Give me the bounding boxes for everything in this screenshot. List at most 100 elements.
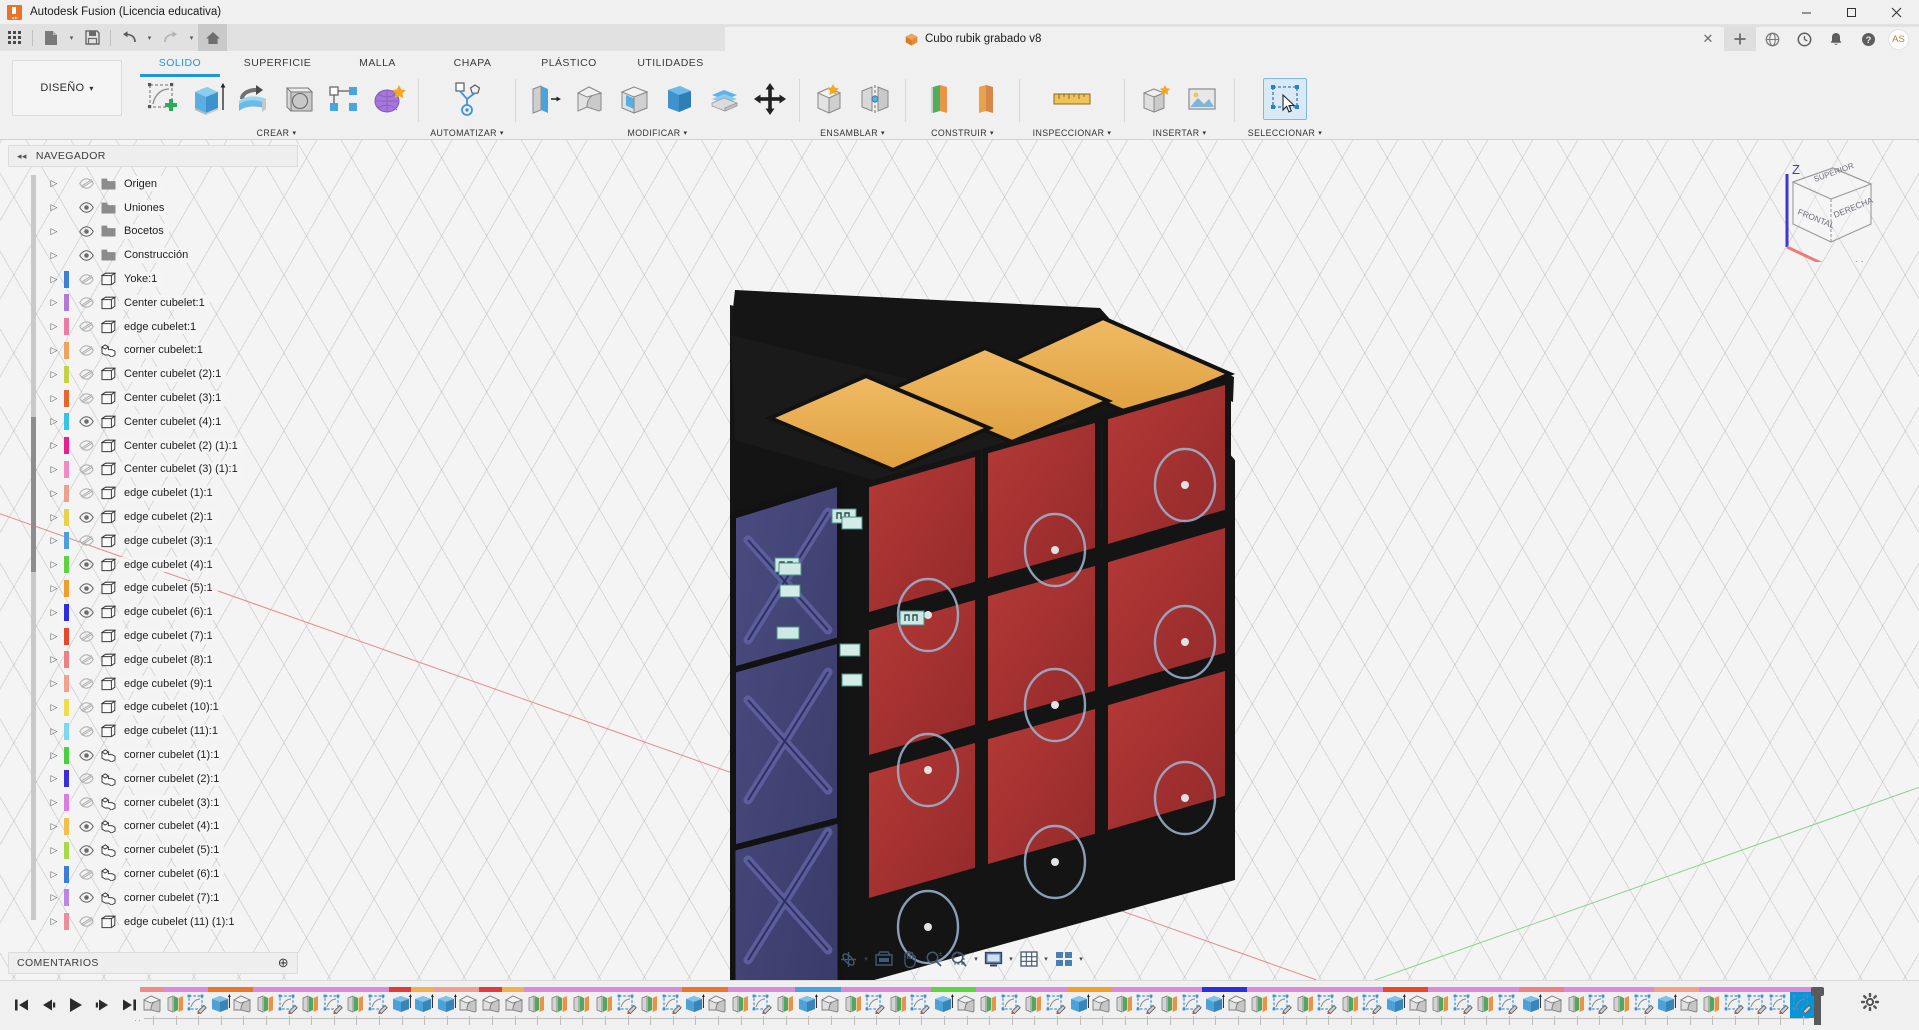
expand-arrow-icon[interactable]: ▷ — [46, 791, 62, 815]
visibility-toggle-icon[interactable] — [75, 743, 97, 767]
viewports-icon[interactable] — [1051, 946, 1076, 972]
play-icon[interactable] — [62, 991, 89, 1019]
redo-icon[interactable] — [156, 24, 185, 51]
tree-node[interactable]: ▷ Yoke:1 — [8, 267, 298, 291]
tab-malla[interactable]: MALLA — [330, 52, 425, 74]
visibility-toggle-icon[interactable] — [75, 339, 97, 363]
group-label-modificar[interactable]: MODIFICAR ▾ — [516, 125, 799, 140]
visibility-toggle-icon[interactable] — [75, 315, 97, 339]
expand-arrow-icon[interactable]: ▷ — [46, 481, 62, 505]
expand-arrow-icon[interactable]: ▷ — [46, 648, 62, 672]
tree-node[interactable]: ▷ edge cubelet (3):1 — [8, 529, 298, 553]
visibility-toggle-icon[interactable] — [75, 696, 97, 720]
tree-node[interactable]: ▷ corner cubelet:1 — [8, 339, 298, 363]
group-label-crear[interactable]: CREAR ▾ — [135, 125, 418, 140]
expand-arrow-icon[interactable]: ▷ — [46, 624, 62, 648]
view-cube[interactable]: Z X SUPERIOR FRONTAL DERECHA — [1759, 152, 1879, 262]
display-settings-icon[interactable] — [981, 946, 1006, 972]
expand-arrow-icon[interactable]: ▷ — [46, 672, 62, 696]
tree-node[interactable]: ▷ edge cubelet (2):1 — [8, 505, 298, 529]
collapse-panel-icon[interactable]: ◂◂ — [17, 151, 27, 162]
orbit-caret[interactable]: ▾ — [861, 946, 871, 972]
expand-arrow-icon[interactable]: ▷ — [46, 267, 62, 291]
grid-caret[interactable]: ▾ — [1041, 946, 1051, 972]
visibility-toggle-icon[interactable] — [75, 600, 97, 624]
tree-node[interactable]: ▷ Uniones — [8, 196, 298, 220]
revolve-icon[interactable] — [232, 78, 276, 120]
add-comment-icon[interactable]: ⊕ — [278, 955, 289, 971]
visibility-toggle-icon[interactable] — [75, 672, 97, 696]
expand-arrow-icon[interactable]: ▷ — [46, 815, 62, 839]
visibility-toggle-icon[interactable] — [75, 410, 97, 434]
group-label-insertar[interactable]: INSERTAR ▾ — [1125, 125, 1234, 140]
press-pull-icon[interactable] — [523, 78, 567, 120]
group-label-seleccionar[interactable]: SELECCIONAR ▾ — [1235, 125, 1335, 140]
expand-arrow-icon[interactable]: ▷ — [46, 529, 62, 553]
redo-caret[interactable]: ▾ — [185, 24, 198, 51]
expand-arrow-icon[interactable]: ▷ — [46, 172, 62, 196]
zoom-window-caret[interactable]: ▾ — [971, 946, 981, 972]
visibility-toggle-icon[interactable] — [75, 815, 97, 839]
apps-grid-icon[interactable] — [0, 24, 29, 51]
expand-arrow-icon[interactable]: ▷ — [46, 696, 62, 720]
gear-icon[interactable] — [1861, 993, 1879, 1011]
offset-plane-icon[interactable] — [918, 78, 962, 120]
draft-icon[interactable] — [658, 78, 702, 120]
measure-icon[interactable] — [1050, 78, 1094, 120]
help-icon[interactable]: ? — [1852, 27, 1884, 51]
tree-node[interactable]: ▷ Construcción — [8, 243, 298, 267]
tree-node[interactable]: ▷ corner cubelet (2):1 — [8, 767, 298, 791]
visibility-toggle-icon[interactable] — [75, 267, 97, 291]
expand-arrow-icon[interactable]: ▷ — [46, 458, 62, 482]
offset-face-icon[interactable] — [703, 78, 747, 120]
shell-icon[interactable] — [613, 78, 657, 120]
step-forward-icon[interactable] — [89, 991, 116, 1019]
tree-node[interactable]: ▷ edge cubelet (6):1 — [8, 600, 298, 624]
tree-node[interactable]: ▷ Bocetos — [8, 220, 298, 244]
group-label-ensamblar[interactable]: ENSAMBLAR ▾ — [800, 125, 905, 140]
tree-node[interactable]: ▷ corner cubelet (1):1 — [8, 743, 298, 767]
avatar[interactable]: AS — [1888, 28, 1909, 50]
expand-arrow-icon[interactable]: ▷ — [46, 339, 62, 363]
expand-arrow-icon[interactable]: ▷ — [46, 196, 62, 220]
fillet-icon[interactable] — [568, 78, 612, 120]
visibility-toggle-icon[interactable] — [75, 172, 97, 196]
expand-arrow-icon[interactable]: ▷ — [46, 243, 62, 267]
visibility-toggle-icon[interactable] — [75, 220, 97, 244]
visibility-toggle-icon[interactable] — [75, 886, 97, 910]
visibility-toggle-icon[interactable] — [75, 553, 97, 577]
visibility-toggle-icon[interactable] — [75, 791, 97, 815]
expand-arrow-icon[interactable]: ▷ — [46, 886, 62, 910]
visibility-toggle-icon[interactable] — [75, 481, 97, 505]
save-icon[interactable] — [78, 24, 107, 51]
tree-node[interactable]: ▷ corner cubelet (4):1 — [8, 815, 298, 839]
undo-icon[interactable] — [114, 24, 143, 51]
new-sketch-icon[interactable] — [142, 78, 186, 120]
orbit-icon[interactable] — [836, 946, 861, 972]
tree-node[interactable]: ▷ Center cubelet (3) (1):1 — [8, 458, 298, 482]
insert-derive-icon[interactable] — [1135, 78, 1179, 120]
tree-node[interactable]: ▷ corner cubelet (5):1 — [8, 838, 298, 862]
new-tab-icon[interactable] — [1724, 27, 1756, 51]
workspace-switcher-button[interactable]: DISEÑO ▾ — [12, 60, 122, 116]
visibility-toggle-icon[interactable] — [75, 458, 97, 482]
expand-arrow-icon[interactable]: ▷ — [46, 410, 62, 434]
insert-mcmaster-icon[interactable] — [1180, 78, 1224, 120]
move-copy-icon[interactable] — [748, 78, 792, 120]
visibility-toggle-icon[interactable] — [75, 386, 97, 410]
tree-node[interactable]: ▷ edge cubelet (4):1 — [8, 553, 298, 577]
tree-node[interactable]: ▷ Origen — [8, 172, 298, 196]
visibility-toggle-icon[interactable] — [75, 719, 97, 743]
group-label-inspeccionar[interactable]: INSPECCIONAR ▾ — [1020, 125, 1124, 140]
expand-arrow-icon[interactable]: ▷ — [46, 434, 62, 458]
close-button[interactable] — [1874, 0, 1919, 24]
tree-node[interactable]: ▷ edge cubelet (11):1 — [8, 719, 298, 743]
tree-node[interactable]: ▷ edge cubelet (10):1 — [8, 696, 298, 720]
tree-node[interactable]: ▷ edge cubelet (9):1 — [8, 672, 298, 696]
tab-plastico[interactable]: PLÁSTICO — [520, 52, 618, 74]
tree-node[interactable]: ▷ corner cubelet (3):1 — [8, 791, 298, 815]
new-component-icon[interactable] — [808, 78, 852, 120]
timeline-track[interactable]: ·· — [134, 985, 1825, 1027]
expand-arrow-icon[interactable]: ▷ — [46, 505, 62, 529]
visibility-toggle-icon[interactable] — [75, 529, 97, 553]
